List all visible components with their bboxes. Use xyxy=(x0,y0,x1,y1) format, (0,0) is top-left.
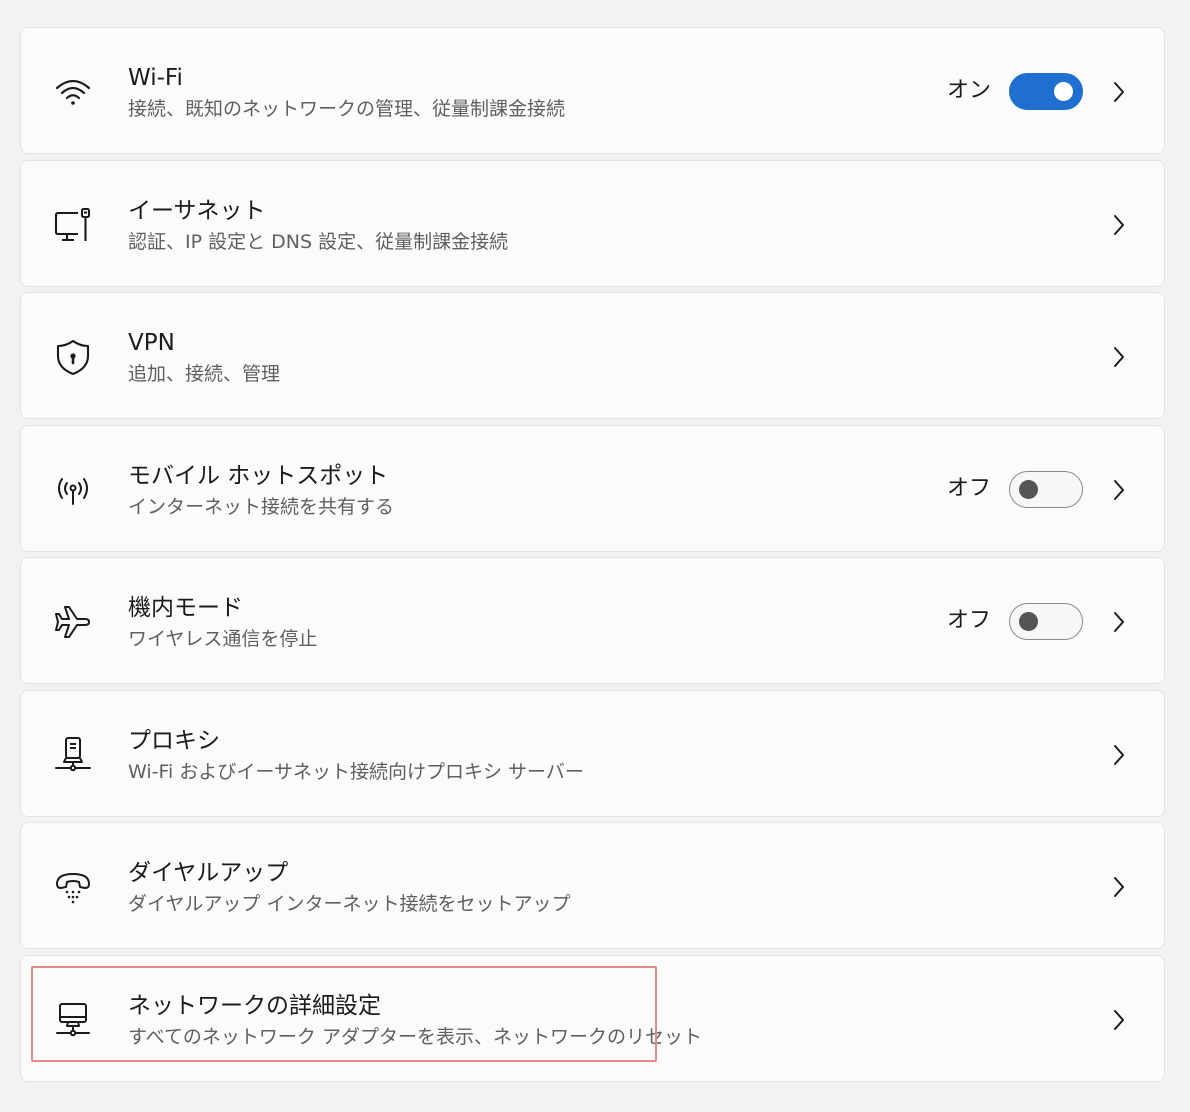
settings-item-subtitle: ダイヤルアップ インターネット接続をセットアップ xyxy=(128,893,571,915)
settings-item-title: イーサネット xyxy=(128,197,266,224)
network-adapter-icon xyxy=(53,1000,93,1040)
chevron-right-icon xyxy=(1108,873,1130,901)
dialup-phone-icon xyxy=(53,867,93,907)
network-settings-page: Wi-Fi 接続、既知のネットワークの管理、従量制課金接続 オン イーサネット … xyxy=(0,0,1190,1112)
settings-item-subtitle: 接続、既知のネットワークの管理、従量制課金接続 xyxy=(128,98,566,120)
settings-item-subtitle: 追加、接続、管理 xyxy=(128,363,281,385)
airplane-mode-toggle[interactable] xyxy=(1009,603,1083,640)
settings-item-airplane-mode[interactable]: 機内モード ワイヤレス通信を停止 オフ xyxy=(20,557,1165,684)
chevron-right-icon xyxy=(1108,1006,1130,1034)
settings-item-title: ネットワークの詳細設定 xyxy=(128,992,381,1019)
wifi-state-label: オン xyxy=(947,78,992,103)
settings-item-subtitle: すべてのネットワーク アダプターを表示、ネットワークのリセット xyxy=(128,1025,702,1048)
wifi-icon xyxy=(53,72,93,112)
airplane-state-label: オフ xyxy=(947,608,992,633)
toggle-knob xyxy=(1054,82,1073,101)
settings-item-subtitle: ワイヤレス通信を停止 xyxy=(128,628,318,650)
settings-item-wifi[interactable]: Wi-Fi 接続、既知のネットワークの管理、従量制課金接続 オン xyxy=(20,27,1165,154)
airplane-icon xyxy=(53,602,93,642)
wifi-toggle[interactable] xyxy=(1009,73,1083,110)
settings-item-title: 機内モード xyxy=(128,595,243,621)
settings-item-title: ダイヤルアップ xyxy=(128,860,289,886)
settings-item-advanced-network[interactable]: ネットワークの詳細設定 すべてのネットワーク アダプターを表示、ネットワークのリ… xyxy=(20,954,1165,1082)
settings-item-title: プロキシ xyxy=(128,727,220,754)
chevron-right-icon xyxy=(1108,608,1130,636)
settings-item-title: モバイル ホットスポット xyxy=(128,462,389,489)
chevron-right-icon xyxy=(1108,476,1130,504)
settings-item-title: Wi-Fi xyxy=(128,65,183,91)
settings-item-mobile-hotspot[interactable]: モバイル ホットスポット インターネット接続を共有する オフ xyxy=(20,424,1165,552)
chevron-right-icon xyxy=(1108,741,1130,769)
settings-item-dialup[interactable]: ダイヤルアップ ダイヤルアップ インターネット接続をセットアップ xyxy=(20,822,1165,949)
toggle-knob xyxy=(1019,479,1038,499)
hotspot-icon xyxy=(53,470,93,510)
chevron-right-icon xyxy=(1108,211,1130,239)
settings-item-subtitle: 認証、IP 設定と DNS 設定、従量制課金接続 xyxy=(128,230,509,253)
hotspot-toggle[interactable] xyxy=(1009,470,1083,508)
chevron-right-icon xyxy=(1108,78,1130,106)
proxy-server-icon xyxy=(53,735,93,775)
settings-item-ethernet[interactable]: イーサネット 認証、IP 設定と DNS 設定、従量制課金接続 xyxy=(20,159,1165,287)
shield-icon xyxy=(53,337,93,377)
settings-item-subtitle: インターネット接続を共有する xyxy=(128,495,395,518)
settings-item-proxy[interactable]: プロキシ Wi-Fi およびイーサネット接続向けプロキシ サーバー xyxy=(20,689,1165,817)
ethernet-icon xyxy=(53,205,93,245)
toggle-knob xyxy=(1019,612,1038,631)
settings-list: Wi-Fi 接続、既知のネットワークの管理、従量制課金接続 オン イーサネット … xyxy=(20,27,1165,1087)
hotspot-state-label: オフ xyxy=(947,475,992,501)
settings-item-title: VPN xyxy=(128,330,175,356)
settings-item-subtitle: Wi-Fi およびイーサネット接続向けプロキシ サーバー xyxy=(128,760,584,783)
chevron-right-icon xyxy=(1108,343,1130,371)
settings-item-vpn[interactable]: VPN 追加、接続、管理 xyxy=(20,292,1165,419)
